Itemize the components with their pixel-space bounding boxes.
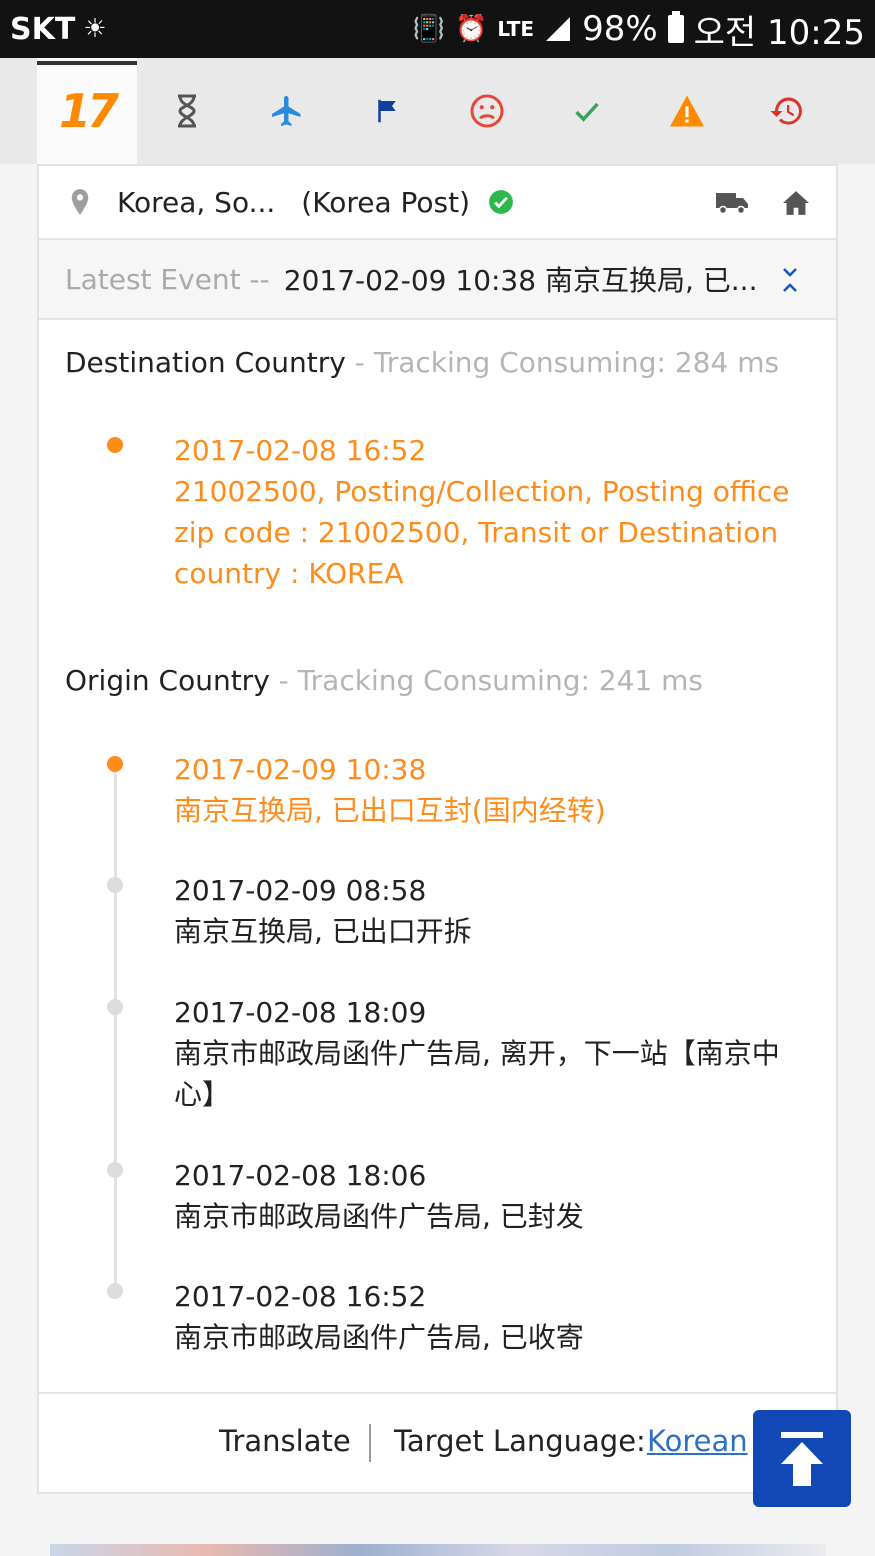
destination-consuming: - Tracking Consuming: 284 ms [345, 346, 780, 379]
battery-icon [667, 11, 684, 43]
tab-alert[interactable] [637, 58, 737, 164]
timeline-event: 2017-02-09 10:38 南京互换局, 已出口互封(国内经转) [174, 749, 819, 831]
timeline-event: 2017-02-08 16:52 南京市邮政局函件广告局, 已收寄 [174, 1276, 819, 1358]
timeline-dot [107, 999, 123, 1015]
event-time: 2017-02-09 10:38 [174, 753, 427, 786]
event-text: 南京市邮政局函件广告局, 已收寄 [174, 1321, 584, 1354]
airplane-icon [272, 96, 301, 126]
home-icon[interactable] [781, 190, 811, 216]
translate-button[interactable]: Translate [219, 1424, 351, 1458]
timeline-event: 2017-02-09 08:58 南京互换局, 已出口开拆 [174, 870, 819, 952]
timeline-event: 2017-02-08 18:06 南京市邮政局函件广告局, 已封发 [174, 1155, 819, 1237]
tab-expired[interactable] [737, 58, 837, 164]
timeline-event: 2017-02-08 16:52 21002500, Posting/Colle… [174, 430, 819, 594]
truck-icon[interactable] [715, 190, 749, 216]
history-icon [770, 97, 802, 125]
tab-pickup[interactable] [337, 58, 437, 164]
carrier-name: SKT [10, 11, 76, 47]
tab-delivered[interactable] [537, 58, 637, 164]
17track-logo-icon: 17 [58, 84, 119, 138]
status-filter-tabs: 17 [0, 58, 875, 164]
clock: 오전 10:25 [693, 12, 865, 53]
timeline-line [114, 764, 117, 1296]
timeline-dot [107, 756, 123, 772]
tab-all[interactable]: 17 [37, 58, 137, 164]
latest-event-row[interactable]: Latest Event -- 2017-02-09 10:38 南京互换局, … [39, 240, 836, 320]
checkmark-icon [575, 102, 599, 122]
expand-chevron-icon[interactable] [781, 266, 799, 294]
event-text: 南京互换局, 已出口互封(国内经转) [174, 794, 606, 827]
hourglass-icon [178, 94, 196, 128]
event-time: 2017-02-08 16:52 [174, 434, 427, 467]
origin-title: Origin Country [65, 664, 270, 697]
timeline-dot [107, 877, 123, 893]
carrier-name[interactable]: (Korea Post) [301, 186, 470, 219]
vibrate-mute-icon: 📳 [412, 14, 445, 44]
timeline-dot [107, 1162, 123, 1178]
carrier-row: Korea, So... (Korea Post) [39, 166, 836, 240]
event-text: 南京市邮政局函件广告局, 已封发 [174, 1200, 584, 1233]
destination-country: Korea, So... [117, 185, 276, 219]
flag-icon [378, 99, 396, 123]
tab-pending[interactable] [137, 58, 237, 164]
event-text: 南京市邮政局函件广告局, 离开，下一站【南京中心】 [174, 1037, 780, 1111]
timeline-event: 2017-02-08 18:09 南京市邮政局函件广告局, 离开，下一站【南京中… [174, 992, 819, 1115]
target-language-label: Target Language: [394, 1424, 646, 1458]
destination-section-heading: Destination Country - Tracking Consuming… [65, 346, 779, 379]
scroll-to-top-button[interactable] [753, 1410, 851, 1507]
status-icons: 📳 ⏰ LTE 98% 오전 10:25 [413, 5, 865, 54]
event-time: 2017-02-08 18:06 [174, 1159, 427, 1192]
verified-check-icon [489, 190, 513, 214]
arrow-up-icon [781, 1431, 823, 1486]
event-text: 21002500, Posting/Collection, Posting of… [174, 475, 790, 590]
alarm-icon: ⏰ [454, 14, 488, 44]
tab-in-transit[interactable] [237, 58, 337, 164]
target-language-link[interactable]: Korean [647, 1424, 748, 1458]
event-time: 2017-02-09 08:58 [174, 874, 427, 907]
tab-undelivered[interactable] [437, 58, 537, 164]
ad-banner[interactable] [50, 1544, 826, 1556]
event-text: 南京互换局, 已出口开拆 [174, 915, 472, 948]
carrier-indicator: SKT ☀ [10, 12, 107, 47]
origin-section-heading: Origin Country - Tracking Consuming: 241… [65, 664, 703, 697]
footer-divider [369, 1424, 371, 1462]
tracking-result-card: Korea, So... (Korea Post) Latest Event -… [37, 164, 838, 1494]
status-bar: SKT ☀ 📳 ⏰ LTE 98% 오전 10:25 [0, 0, 875, 58]
network-type: LTE [497, 17, 535, 41]
signal-icon [546, 17, 571, 41]
timeline-dot [107, 437, 123, 453]
origin-consuming: - Tracking Consuming: 241 ms [269, 664, 704, 697]
battery-percent: 98% [582, 9, 658, 49]
latest-event-label: Latest Event -- [65, 262, 270, 296]
latest-event-text: 2017-02-09 10:38 南京互换局, 已... [283, 264, 758, 297]
brightness-icon: ☀ [83, 14, 107, 44]
warning-icon [670, 95, 704, 127]
event-time: 2017-02-08 16:52 [174, 1280, 427, 1313]
translate-footer: Translate Target Language: Korean [39, 1392, 836, 1494]
timeline-dot [107, 1283, 123, 1299]
location-pin-icon [71, 189, 89, 215]
event-time: 2017-02-08 18:09 [174, 996, 427, 1029]
sad-face-icon [470, 94, 504, 128]
destination-title: Destination Country [65, 346, 346, 379]
